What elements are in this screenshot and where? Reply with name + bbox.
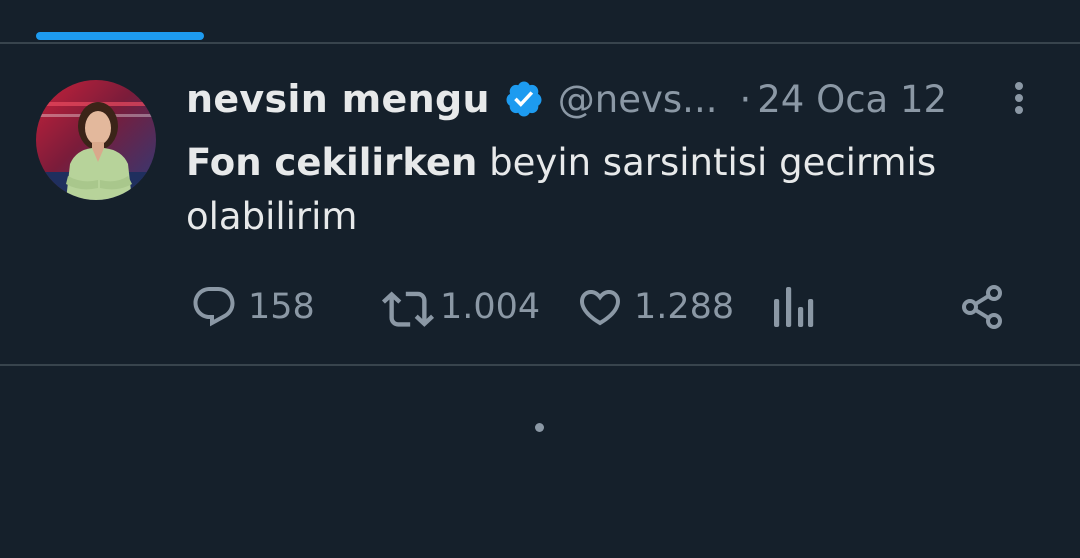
- user-handle[interactable]: @nevs...: [558, 78, 718, 121]
- tweet-text-bold: Fon cekilirken: [186, 141, 478, 184]
- analytics-icon: [774, 287, 814, 327]
- more-options-button[interactable]: [1004, 78, 1034, 118]
- heart-icon: [579, 290, 621, 326]
- like-count: 1.288: [634, 287, 735, 327]
- tweet-date[interactable]: 24 Oca 12: [757, 78, 947, 121]
- tweet-actions: 158 1.004 1.288: [0, 282, 1080, 332]
- bottom-divider: [0, 364, 1080, 366]
- views-button[interactable]: [770, 282, 814, 332]
- active-tab-indicator: [36, 32, 204, 40]
- share-button[interactable]: [958, 282, 1006, 332]
- avatar[interactable]: [36, 80, 156, 200]
- retweet-count: 1.004: [440, 287, 541, 327]
- more-vertical-icon: [1015, 82, 1023, 114]
- reply-button[interactable]: 158: [190, 282, 315, 332]
- reply-icon: [193, 287, 235, 327]
- tweet-screen: nevsin mengu @nevs... · 24 Oca 12 Fon ce…: [0, 0, 1080, 558]
- top-divider: [0, 42, 1080, 44]
- reply-count: 158: [248, 287, 315, 327]
- share-icon: [962, 285, 1002, 329]
- loading-dot: [535, 423, 544, 432]
- like-button[interactable]: 1.288: [576, 282, 734, 332]
- retweet-button[interactable]: 1.004: [380, 282, 540, 332]
- verified-badge-icon: [504, 79, 544, 119]
- retweet-icon: [381, 291, 435, 327]
- tweet-header: nevsin mengu @nevs... · 24 Oca 12: [186, 74, 947, 124]
- tweet-text: Fon cekilirken beyin sarsintisi gecirmis…: [186, 136, 1046, 244]
- header-separator: ·: [739, 77, 752, 121]
- avatar-image: [36, 80, 156, 200]
- display-name[interactable]: nevsin mengu: [186, 77, 490, 121]
